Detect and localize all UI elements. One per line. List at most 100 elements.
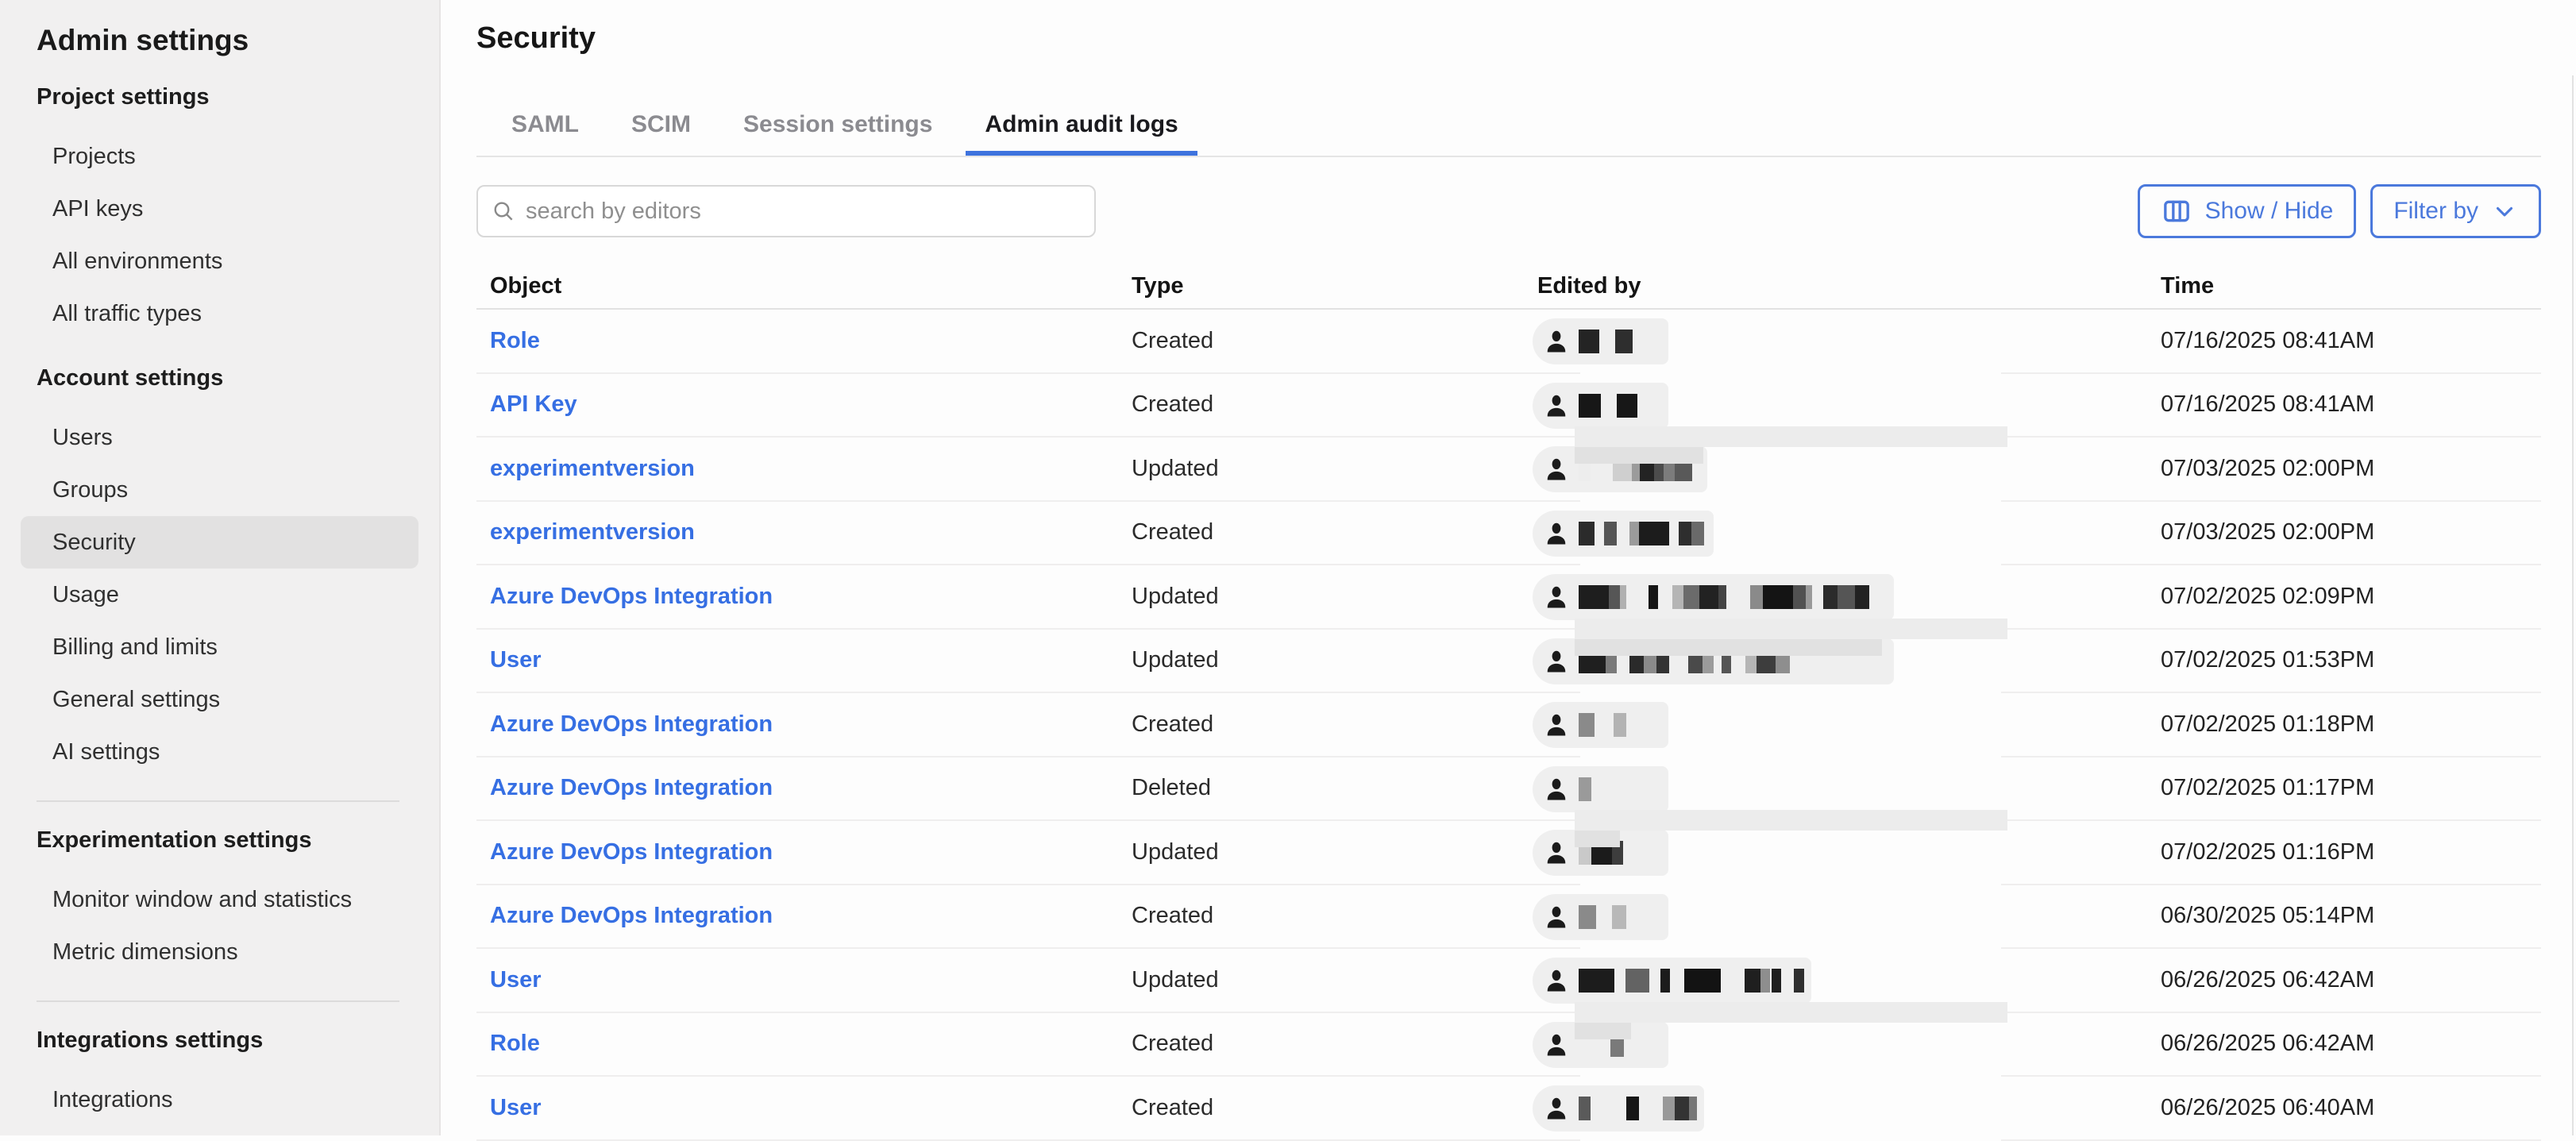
object-link[interactable]: User	[490, 647, 542, 673]
sidebar-item-security[interactable]: Security	[21, 516, 418, 569]
sidebar-item-projects[interactable]: Projects	[21, 130, 418, 183]
object-link[interactable]: Azure DevOps Integration	[490, 903, 773, 928]
search-box[interactable]	[476, 185, 1096, 237]
sidebar-section-divider	[37, 1000, 399, 1002]
redacted-editor-name	[1579, 522, 1704, 545]
type-cell: Updated	[1132, 584, 1537, 610]
redaction-bar	[1615, 330, 1633, 353]
type-cell: Created	[1132, 328, 1537, 354]
tab-session-settings[interactable]: Session settings	[724, 100, 951, 156]
redaction-bar	[1823, 585, 1838, 609]
editor-redacted-pill	[1533, 766, 1668, 812]
redaction-overlay-wide	[1575, 426, 2007, 447]
redaction-bar	[1689, 1097, 1697, 1120]
type-cell: Updated	[1132, 647, 1537, 673]
redaction-bar	[1745, 969, 1760, 993]
sidebar-title: Admin settings	[37, 22, 418, 59]
tab-scim[interactable]: SCIM	[612, 100, 710, 156]
table-row: Azure DevOps Integration Deleted 07/02/2…	[476, 757, 2541, 822]
sidebar-item-all-environments[interactable]: All environments	[21, 235, 418, 287]
column-header-type: Type	[1132, 273, 1537, 299]
redaction-bar	[1750, 585, 1763, 609]
redacted-editor-name	[1579, 585, 1869, 609]
object-link[interactable]: User	[490, 1095, 542, 1120]
show-hide-columns-button[interactable]: Show / Hide	[2138, 184, 2357, 238]
redaction-bar	[1604, 522, 1617, 545]
sidebar-item-integrations[interactable]: Integrations	[21, 1074, 418, 1126]
sidebar-item-groups[interactable]: Groups	[21, 464, 418, 516]
object-link[interactable]: Azure DevOps Integration	[490, 584, 773, 609]
redaction-overlay-short	[1575, 447, 1703, 464]
sidebar-item-monitor-window-and-statistics[interactable]: Monitor window and statistics	[21, 873, 418, 926]
object-link[interactable]: Role	[490, 328, 540, 353]
table-row: experimentversion Created 07/03/2025 02:…	[476, 502, 2541, 566]
redaction-overlay-wide	[1575, 810, 2007, 831]
object-link[interactable]: User	[490, 967, 542, 993]
sidebar-item-all-traffic-types[interactable]: All traffic types	[21, 287, 418, 340]
object-link[interactable]: experimentversion	[490, 456, 695, 481]
sidebar-item-metric-dimensions[interactable]: Metric dimensions	[21, 926, 418, 978]
sidebar-section-divider	[37, 800, 399, 802]
columns-icon	[2161, 195, 2192, 227]
type-cell: Created	[1132, 391, 1537, 418]
redaction-bar	[1794, 969, 1804, 993]
object-link[interactable]: Role	[490, 1031, 540, 1056]
redaction-bar	[1625, 969, 1649, 993]
editor-redacted-pill	[1533, 383, 1668, 429]
security-main-panel: Security SAML SCIM Session settings Admi…	[441, 0, 2576, 1141]
object-link[interactable]: Azure DevOps Integration	[490, 839, 773, 865]
table-row: User Created 06/26/2025 06:40AM	[476, 1077, 2541, 1141]
sidebar-item-general-settings[interactable]: General settings	[21, 673, 418, 726]
search-icon	[491, 199, 516, 224]
page-title: Security	[476, 19, 2576, 57]
sidebar-section-header-account-settings: Account settings	[37, 360, 418, 395]
sidebar-section-header-integrations-settings: Integrations settings	[37, 1023, 418, 1058]
redaction-bar	[1660, 969, 1670, 993]
table-row: Role Created 06/26/2025 06:42AM	[476, 1013, 2541, 1077]
object-link[interactable]: experimentversion	[490, 519, 695, 545]
user-avatar-icon	[1542, 583, 1571, 611]
sidebar-item-list: Integrations	[21, 1074, 418, 1126]
redacted-editor-name	[1579, 969, 1804, 993]
sidebar-item-ai-settings[interactable]: AI settings	[21, 726, 418, 778]
tab-saml[interactable]: SAML	[492, 100, 598, 156]
object-link[interactable]: Azure DevOps Integration	[490, 775, 773, 800]
redaction-bar	[1772, 969, 1781, 993]
editor-redacted-pill	[1533, 1085, 1704, 1131]
table-row: Azure DevOps Integration Updated 07/02/2…	[476, 821, 2541, 885]
time-cell: 07/02/2025 02:09PM	[2161, 584, 2541, 610]
sidebar-item-usage[interactable]: Usage	[21, 569, 418, 621]
tab-admin-audit-logs[interactable]: Admin audit logs	[966, 100, 1197, 156]
table-row: User Updated 06/26/2025 06:42AM	[476, 949, 2541, 1013]
sidebar-item-api-keys[interactable]: API keys	[21, 183, 418, 235]
filter-by-label: Filter by	[2393, 198, 2478, 225]
user-avatar-icon	[1542, 391, 1571, 420]
type-cell: Created	[1132, 1095, 1537, 1121]
redacted-editor-name	[1579, 394, 1637, 418]
editor-redacted-pill	[1533, 702, 1668, 748]
object-link[interactable]: Azure DevOps Integration	[490, 711, 773, 737]
redaction-bar	[1626, 1097, 1639, 1120]
redaction-overlay-wide	[1575, 1002, 2007, 1023]
filter-by-button[interactable]: Filter by	[2370, 184, 2541, 238]
sidebar-section-header-experimentation-settings: Experimentation settings	[37, 823, 418, 858]
redaction-bar	[1838, 585, 1855, 609]
edited-by-cell	[1537, 630, 2161, 692]
show-hide-label: Show / Hide	[2205, 198, 2334, 225]
sidebar-item-users[interactable]: Users	[21, 411, 418, 464]
redaction-bar	[1675, 1097, 1689, 1120]
redaction-bar	[1579, 777, 1591, 801]
table-row: Azure DevOps Integration Created 07/02/2…	[476, 693, 2541, 757]
search-input[interactable]	[526, 199, 1082, 225]
redaction-overlay-short	[1575, 1023, 1631, 1039]
table-row: API Key Created 07/16/2025 08:41AM	[476, 374, 2541, 438]
redaction-bar	[1691, 522, 1704, 545]
object-link[interactable]: API Key	[490, 391, 577, 417]
redaction-bar	[1639, 522, 1669, 545]
user-avatar-icon	[1542, 647, 1571, 676]
redaction-bar	[1763, 585, 1793, 609]
sidebar-item-billing-and-limits[interactable]: Billing and limits	[21, 621, 418, 673]
user-avatar-icon	[1542, 327, 1571, 356]
redacted-editor-name	[1579, 713, 1626, 737]
time-cell: 06/26/2025 06:40AM	[2161, 1095, 2541, 1121]
